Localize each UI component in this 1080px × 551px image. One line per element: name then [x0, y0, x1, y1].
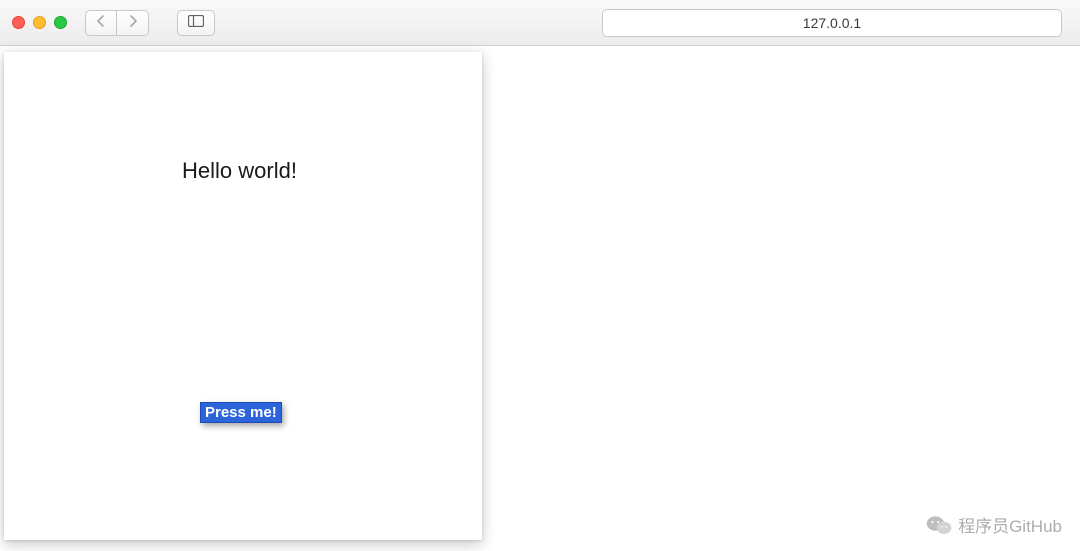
page-heading: Hello world!: [182, 158, 482, 184]
address-bar-wrap: 127.0.0.1: [223, 9, 1068, 37]
browser-toolbar: 127.0.0.1: [0, 0, 1080, 46]
address-bar[interactable]: 127.0.0.1: [602, 9, 1062, 37]
minimize-window-button[interactable]: [33, 16, 46, 29]
press-me-button[interactable]: Press me!: [200, 402, 282, 423]
wechat-icon: [926, 514, 952, 536]
maximize-window-button[interactable]: [54, 16, 67, 29]
content-area: Hello world! Press me! 程序员GitHub: [0, 46, 1080, 551]
window-controls: [12, 16, 67, 29]
close-window-button[interactable]: [12, 16, 25, 29]
back-button[interactable]: [85, 10, 117, 36]
nav-buttons: [85, 10, 149, 36]
sidebar-toggle-button[interactable]: [177, 10, 215, 36]
chevron-left-icon: [96, 14, 106, 32]
page-card: Hello world! Press me!: [4, 52, 482, 540]
watermark-text: 程序员GitHub: [958, 512, 1062, 537]
watermark: 程序员GitHub: [926, 512, 1062, 537]
address-text: 127.0.0.1: [803, 15, 861, 31]
forward-button[interactable]: [117, 10, 149, 36]
chevron-right-icon: [128, 14, 138, 32]
sidebar-icon: [188, 14, 204, 32]
